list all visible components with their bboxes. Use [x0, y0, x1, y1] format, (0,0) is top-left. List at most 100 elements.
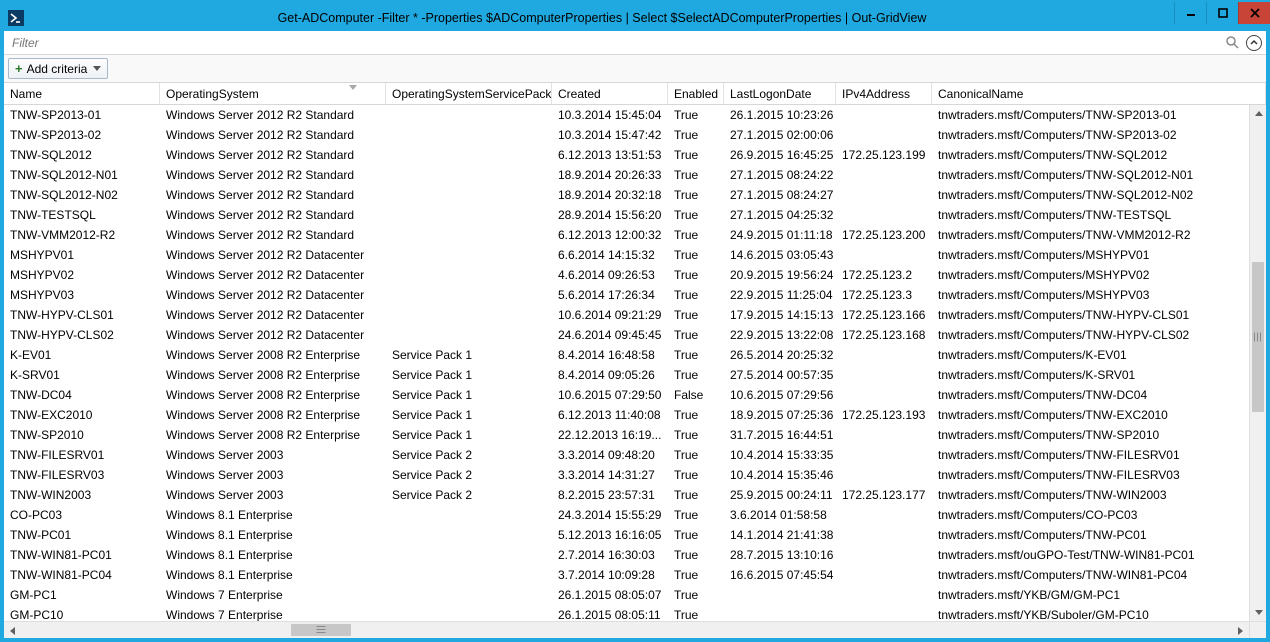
cell-canon: tnwtraders.msft/Computers/TNW-PC01 [932, 528, 1249, 542]
table-row[interactable]: TNW-SQL2012-N02Windows Server 2012 R2 St… [4, 185, 1249, 205]
maximize-button[interactable] [1206, 2, 1238, 24]
cell-canon: tnwtraders.msft/Computers/TNW-HYPV-CLS02 [932, 328, 1249, 342]
cell-canon: tnwtraders.msft/Computers/TNW-SQL2012 [932, 148, 1249, 162]
column-header-ip[interactable]: IPv4Address [836, 83, 932, 104]
cell-enabled: True [668, 448, 724, 462]
cell-enabled: True [668, 488, 724, 502]
cell-canon: tnwtraders.msft/Computers/MSHYPV02 [932, 268, 1249, 282]
cell-canon: tnwtraders.msft/Computers/MSHYPV03 [932, 288, 1249, 302]
cell-logon: 27.1.2015 04:25:32 [724, 208, 836, 222]
hscroll-thumb[interactable] [291, 624, 351, 636]
table-row[interactable]: TNW-SP2010Windows Server 2008 R2 Enterpr… [4, 425, 1249, 445]
table-row[interactable]: TNW-SQL2012Windows Server 2012 R2 Standa… [4, 145, 1249, 165]
table-row[interactable]: TNW-WIN2003Windows Server 2003Service Pa… [4, 485, 1249, 505]
table-row[interactable]: K-SRV01Windows Server 2008 R2 Enterprise… [4, 365, 1249, 385]
search-icon[interactable] [1224, 35, 1240, 51]
cell-os: Windows Server 2003 [160, 468, 386, 482]
table-row[interactable]: MSHYPV03Windows Server 2012 R2 Datacente… [4, 285, 1249, 305]
table-row[interactable]: K-EV01Windows Server 2008 R2 EnterpriseS… [4, 345, 1249, 365]
cell-logon: 28.7.2015 13:10:16 [724, 548, 836, 562]
scroll-up-button[interactable] [1250, 105, 1266, 122]
cell-created: 2.7.2014 16:30:03 [552, 548, 668, 562]
scroll-down-button[interactable] [1250, 604, 1266, 621]
cell-os: Windows Server 2012 R2 Datacenter [160, 288, 386, 302]
cell-name: GM-PC1 [4, 588, 160, 602]
cell-name: TNW-PC01 [4, 528, 160, 542]
table-row[interactable]: TNW-WIN81-PC04Windows 8.1 Enterprise3.7.… [4, 565, 1249, 585]
cell-canon: tnwtraders.msft/Computers/TNW-SP2013-01 [932, 108, 1249, 122]
cell-created: 3.7.2014 10:09:28 [552, 568, 668, 582]
table-row[interactable]: MSHYPV01Windows Server 2012 R2 Datacente… [4, 245, 1249, 265]
cell-name: MSHYPV02 [4, 268, 160, 282]
column-header-name[interactable]: Name [4, 83, 160, 104]
cell-created: 22.12.2013 16:19... [552, 428, 668, 442]
cell-enabled: True [668, 368, 724, 382]
table-row[interactable]: TNW-SP2013-01Windows Server 2012 R2 Stan… [4, 105, 1249, 125]
grid-region: Name OperatingSystem OperatingSystemServ… [4, 83, 1266, 638]
cell-enabled: True [668, 188, 724, 202]
cell-sp: Service Pack 1 [386, 348, 552, 362]
cell-created: 8.2.2015 23:57:31 [552, 488, 668, 502]
table-row[interactable]: TNW-EXC2010Windows Server 2008 R2 Enterp… [4, 405, 1249, 425]
cell-created: 18.9.2014 20:26:33 [552, 168, 668, 182]
cell-logon: 3.6.2014 01:58:58 [724, 508, 836, 522]
cell-name: TNW-SP2010 [4, 428, 160, 442]
table-row[interactable]: TNW-SQL2012-N01Windows Server 2012 R2 St… [4, 165, 1249, 185]
table-row[interactable]: GM-PC1Windows 7 Enterprise26.1.2015 08:0… [4, 585, 1249, 605]
vscroll-thumb[interactable] [1252, 262, 1264, 412]
cell-sp: Service Pack 2 [386, 448, 552, 462]
cell-logon: 27.5.2014 00:57:35 [724, 368, 836, 382]
cell-sp: Service Pack 2 [386, 468, 552, 482]
table-row[interactable]: GM-PC10Windows 7 Enterprise26.1.2015 08:… [4, 605, 1249, 621]
grid-rows: TNW-SP2013-01Windows Server 2012 R2 Stan… [4, 105, 1249, 621]
table-row[interactable]: TNW-FILESRV03Windows Server 2003Service … [4, 465, 1249, 485]
collapse-filter-icon[interactable] [1246, 35, 1262, 51]
cell-enabled: True [668, 588, 724, 602]
vertical-scrollbar[interactable] [1249, 105, 1266, 621]
hscroll-track[interactable] [21, 622, 1232, 638]
cell-os: Windows Server 2012 R2 Datacenter [160, 308, 386, 322]
column-header-canon[interactable]: CanonicalName [932, 83, 1266, 104]
vscroll-track[interactable] [1250, 122, 1266, 604]
table-row[interactable]: TNW-DC04Windows Server 2008 R2 Enterpris… [4, 385, 1249, 405]
filter-input[interactable] [10, 33, 1220, 53]
cell-logon: 26.9.2015 16:45:25 [724, 148, 836, 162]
cell-os: Windows Server 2012 R2 Standard [160, 188, 386, 202]
table-row[interactable]: TNW-TESTSQLWindows Server 2012 R2 Standa… [4, 205, 1249, 225]
scroll-right-button[interactable] [1232, 622, 1249, 638]
table-row[interactable]: TNW-HYPV-CLS01Windows Server 2012 R2 Dat… [4, 305, 1249, 325]
cell-logon: 10.4.2014 15:35:46 [724, 468, 836, 482]
cell-logon: 26.5.2014 20:25:32 [724, 348, 836, 362]
cell-created: 8.4.2014 09:05:26 [552, 368, 668, 382]
column-header-sp[interactable]: OperatingSystemServicePack [386, 83, 552, 104]
add-criteria-button[interactable]: + Add criteria [8, 58, 108, 79]
cell-os: Windows 8.1 Enterprise [160, 508, 386, 522]
table-row[interactable]: TNW-PC01Windows 8.1 Enterprise5.12.2013 … [4, 525, 1249, 545]
table-row[interactable]: TNW-FILESRV01Windows Server 2003Service … [4, 445, 1249, 465]
cell-created: 6.12.2013 13:51:53 [552, 148, 668, 162]
horizontal-scrollbar[interactable] [4, 621, 1249, 638]
close-button[interactable] [1238, 2, 1270, 24]
table-row[interactable]: TNW-VMM2012-R2Windows Server 2012 R2 Sta… [4, 225, 1249, 245]
cell-logon: 26.1.2015 10:23:26 [724, 108, 836, 122]
cell-logon: 20.9.2015 19:56:24 [724, 268, 836, 282]
column-header-os[interactable]: OperatingSystem [160, 83, 386, 104]
cell-enabled: True [668, 128, 724, 142]
cell-os: Windows 7 Enterprise [160, 588, 386, 602]
table-row[interactable]: TNW-HYPV-CLS02Windows Server 2012 R2 Dat… [4, 325, 1249, 345]
table-row[interactable]: TNW-SP2013-02Windows Server 2012 R2 Stan… [4, 125, 1249, 145]
cell-enabled: True [668, 148, 724, 162]
cell-name: TNW-HYPV-CLS01 [4, 308, 160, 322]
cell-logon: 16.6.2015 07:45:54 [724, 568, 836, 582]
column-header-logon[interactable]: LastLogonDate [724, 83, 836, 104]
table-row[interactable]: CO-PC03Windows 8.1 Enterprise24.3.2014 1… [4, 505, 1249, 525]
cell-canon: tnwtraders.msft/Computers/TNW-SQL2012-N0… [932, 168, 1249, 182]
column-header-created[interactable]: Created [552, 83, 668, 104]
minimize-button[interactable] [1174, 2, 1206, 24]
cell-created: 6.12.2013 12:00:32 [552, 228, 668, 242]
scroll-left-button[interactable] [4, 622, 21, 638]
table-row[interactable]: TNW-WIN81-PC01Windows 8.1 Enterprise2.7.… [4, 545, 1249, 565]
column-header-enabled[interactable]: Enabled [668, 83, 724, 104]
table-row[interactable]: MSHYPV02Windows Server 2012 R2 Datacente… [4, 265, 1249, 285]
powershell-icon [8, 10, 24, 26]
